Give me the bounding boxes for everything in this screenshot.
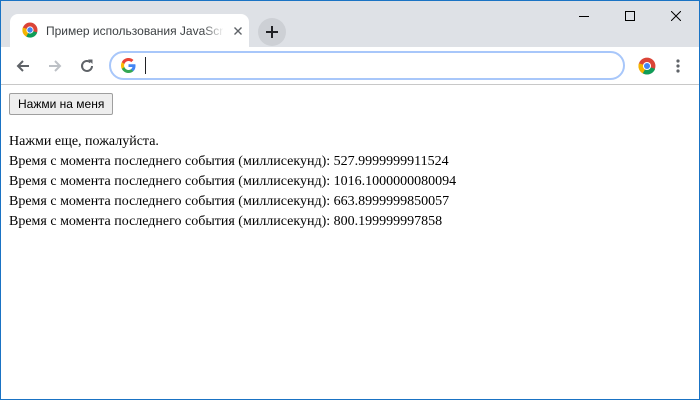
- arrow-left-icon: [16, 60, 29, 72]
- new-tab-button[interactable]: [258, 18, 286, 46]
- click-me-button[interactable]: Нажми на меня: [9, 93, 114, 115]
- google-icon: [121, 58, 136, 73]
- event-time-line: Время с момента последнего события (милл…: [9, 214, 443, 229]
- browser-window: Пример использования JavaScript Нажми на…: [0, 0, 700, 400]
- event-time-line: Время с момента последнего события (милл…: [9, 174, 457, 189]
- address-bar[interactable]: [109, 51, 625, 80]
- event-time-line: Время с момента последнего события (милл…: [9, 194, 450, 209]
- browser-tab[interactable]: Пример использования JavaScript: [10, 14, 249, 47]
- extension-button[interactable]: [634, 53, 660, 79]
- title-bar: Пример использования JavaScript: [1, 1, 699, 47]
- browser-menu-button[interactable]: [665, 53, 691, 79]
- event-time-line: Время с момента последнего события (милл…: [9, 154, 449, 169]
- window-close-button[interactable]: [653, 1, 699, 31]
- reload-button[interactable]: [73, 52, 101, 80]
- maximize-icon: [625, 11, 635, 21]
- minimize-icon: [579, 16, 589, 17]
- back-button[interactable]: [9, 52, 37, 80]
- browser-toolbar: [1, 47, 699, 85]
- message-line: Нажми еще, пожалуйста.: [9, 134, 159, 149]
- forward-button[interactable]: [41, 52, 69, 80]
- close-icon: [234, 27, 242, 35]
- text-caret: [145, 57, 146, 74]
- minimize-button[interactable]: [561, 1, 607, 31]
- maximize-button[interactable]: [607, 1, 653, 31]
- plus-icon: [266, 26, 278, 38]
- more-vertical-icon: [676, 59, 680, 73]
- arrow-right-icon: [49, 60, 62, 72]
- reload-icon: [81, 59, 93, 72]
- address-input[interactable]: [144, 56, 614, 76]
- tab-title: Пример использования JavaScript: [46, 24, 224, 38]
- chrome-extension-icon: [638, 57, 656, 75]
- message-log: Нажми еще, пожалуйста. Время с момента п…: [9, 132, 689, 232]
- page-content: Нажми на меня Нажми еще, пожалуйста. Вре…: [1, 86, 699, 399]
- close-icon: [671, 11, 681, 21]
- tab-close-button[interactable]: [230, 23, 246, 39]
- chrome-favicon-icon: [22, 22, 38, 38]
